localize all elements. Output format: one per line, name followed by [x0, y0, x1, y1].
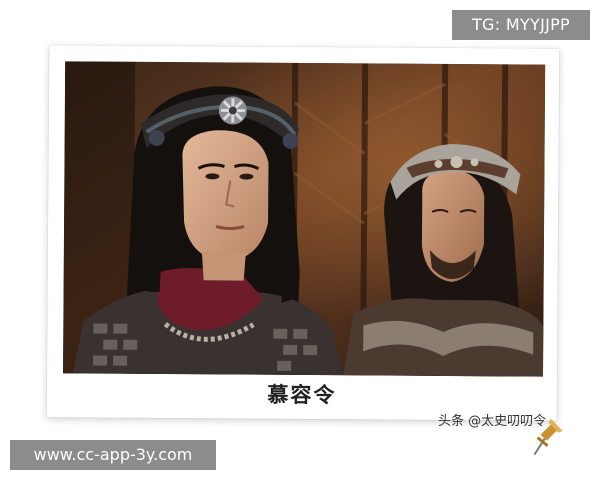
watermark-badge-top: TG: MYYJJPP	[452, 10, 590, 40]
watermark-badge-bottom: www.cc-app-3y.com	[10, 440, 216, 470]
polaroid-frame: 慕容令	[46, 45, 563, 456]
page: TG: MYYJJPP 慕容令 头条 @太史叨叨令 www.cc-app-3y.…	[0, 0, 600, 480]
still-photo	[63, 61, 546, 377]
photo-caption: 慕容令	[267, 381, 337, 408]
author-credit: 头条 @太史叨叨令	[438, 414, 547, 429]
